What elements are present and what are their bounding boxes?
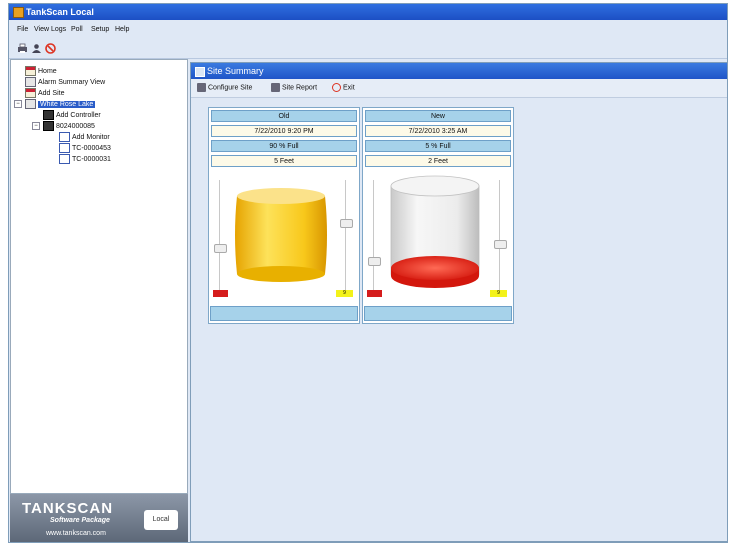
tree-label-selected-site: White Rose Lake — [38, 100, 96, 108]
tank-fill — [235, 196, 327, 274]
user-icon[interactable] — [31, 43, 42, 54]
tree-label-add-controller: Add Controller — [56, 111, 101, 119]
tank-level: 2 Feet — [365, 155, 511, 167]
tree-label-controller: 8024000085 — [56, 122, 95, 130]
report-icon — [25, 77, 36, 87]
app-window: TankScan Local File View Logs Poll Setup… — [8, 3, 728, 543]
high-alarm-thumb[interactable] — [494, 240, 507, 249]
tree-item-monitor-1[interactable]: TC-0000453 — [59, 143, 111, 153]
menu-file[interactable]: File — [17, 26, 28, 33]
tank-percent-full: 5 % Full — [365, 140, 511, 152]
low-alarm-indicator — [367, 290, 382, 297]
tree-item-add-monitor[interactable]: Add Monitor — [59, 132, 110, 142]
low-alarm-thumb[interactable] — [368, 257, 381, 266]
tank-top — [390, 175, 480, 197]
tank-timestamp: 7/22/2010 9:20 PM — [211, 125, 357, 137]
tank-name: Old — [211, 110, 357, 122]
tank-gauge — [390, 175, 480, 288]
tree-label-monitor-2: TC-0000031 — [72, 155, 111, 163]
menu-help[interactable]: Help — [115, 26, 129, 33]
controller-icon — [43, 110, 54, 120]
tree-item-home[interactable]: Home — [25, 66, 57, 76]
house-icon — [25, 66, 36, 76]
tank-graphic-area: 9 — [363, 172, 513, 300]
high-alarm-indicator: 9 — [336, 290, 353, 297]
window-icon — [195, 67, 205, 77]
tank-footer — [364, 306, 512, 321]
print-icon[interactable] — [17, 43, 28, 54]
tank-card-old: Old 7/22/2010 9:20 PM 90 % Full 5 Feet 9 — [208, 107, 360, 324]
tank-graphic-area: 9 — [209, 172, 359, 300]
tree-label-home: Home — [38, 67, 57, 75]
print-icon — [271, 83, 280, 92]
low-alarm-slider[interactable] — [214, 180, 227, 290]
navigation-tree: Home Alarm Summary View Add Site − White… — [10, 59, 188, 494]
house-icon — [25, 88, 36, 98]
brand-tagline: Software Package — [50, 517, 110, 524]
configure-site-button[interactable]: Configure Site — [197, 83, 252, 92]
app-icon — [13, 7, 24, 18]
low-alarm-slider[interactable] — [368, 180, 381, 290]
configure-icon — [197, 83, 206, 92]
high-alarm-indicator: 9 — [490, 290, 507, 297]
stop-icon[interactable] — [45, 43, 56, 54]
tree-label-alarm-summary: Alarm Summary View — [38, 78, 106, 86]
panel-toolbar: Configure Site Site Report Exit — [191, 79, 727, 98]
menu-setup[interactable]: Setup — [91, 26, 109, 33]
fill-surface — [391, 256, 479, 280]
exit-button[interactable]: Exit — [332, 83, 355, 92]
main-toolbar — [9, 40, 727, 59]
menu-poll[interactable]: Poll — [71, 26, 83, 33]
edition-badge: Local — [144, 510, 178, 530]
tank-card-new: New 7/22/2010 3:25 AM 5 % Full 2 Feet 9 — [362, 107, 514, 324]
high-alarm-slider[interactable] — [494, 180, 507, 290]
menu-view-logs[interactable]: View Logs — [34, 26, 66, 33]
tree-item-alarm-summary[interactable]: Alarm Summary View — [25, 77, 105, 87]
tree-label-monitor-1: TC-0000453 — [72, 144, 111, 152]
brand-logo: TANKSCAN Software Package www.tankscan.c… — [10, 494, 188, 542]
collapse-controller-toggle[interactable]: − — [32, 122, 40, 130]
brand-url: www.tankscan.com — [46, 530, 106, 537]
tree-label-add-monitor: Add Monitor — [72, 133, 110, 141]
controller-icon — [43, 121, 54, 131]
monitor-icon — [59, 132, 70, 142]
panel-title: Site Summary — [207, 66, 264, 76]
tank-gauge — [235, 188, 327, 282]
tank-name: New — [365, 110, 511, 122]
tank-timestamp: 7/22/2010 3:25 AM — [365, 125, 511, 137]
high-alarm-thumb[interactable] — [340, 219, 353, 228]
panel-title-bar: Site Summary — [191, 63, 727, 79]
menu-bar: File View Logs Poll Setup Help — [9, 20, 727, 40]
site-report-label: Site Report — [282, 84, 318, 92]
site-icon — [25, 99, 36, 109]
tree-item-selected-site[interactable]: White Rose Lake — [25, 99, 96, 109]
high-alarm-slider[interactable] — [340, 180, 353, 290]
site-report-button[interactable]: Site Report — [271, 83, 317, 92]
tank-bottom — [237, 266, 325, 282]
stop-icon — [332, 83, 341, 92]
window-title: TankScan Local — [26, 7, 94, 17]
exit-label: Exit — [343, 84, 355, 92]
configure-site-label: Configure Site — [208, 84, 253, 92]
tank-icon — [59, 154, 70, 164]
tree-item-controller[interactable]: 8024000085 — [43, 121, 95, 131]
site-summary-panel: Site Summary Configure Site Site Report … — [190, 62, 728, 542]
tank-icon — [59, 143, 70, 153]
collapse-site-toggle[interactable]: − — [14, 100, 22, 108]
tank-footer — [210, 306, 358, 321]
low-alarm-indicator — [213, 290, 228, 297]
tank-percent-full: 90 % Full — [211, 140, 357, 152]
tree-item-monitor-2[interactable]: TC-0000031 — [59, 154, 111, 164]
tree-item-add-controller[interactable]: Add Controller — [43, 110, 101, 120]
tank-level: 5 Feet — [211, 155, 357, 167]
tree-item-add-site[interactable]: Add Site — [25, 88, 64, 98]
title-bar: TankScan Local — [9, 4, 727, 20]
fill-surface — [237, 188, 325, 204]
tree-label-add-site: Add Site — [38, 89, 65, 97]
brand-name: TANKSCAN — [22, 500, 114, 517]
low-alarm-thumb[interactable] — [214, 244, 227, 253]
